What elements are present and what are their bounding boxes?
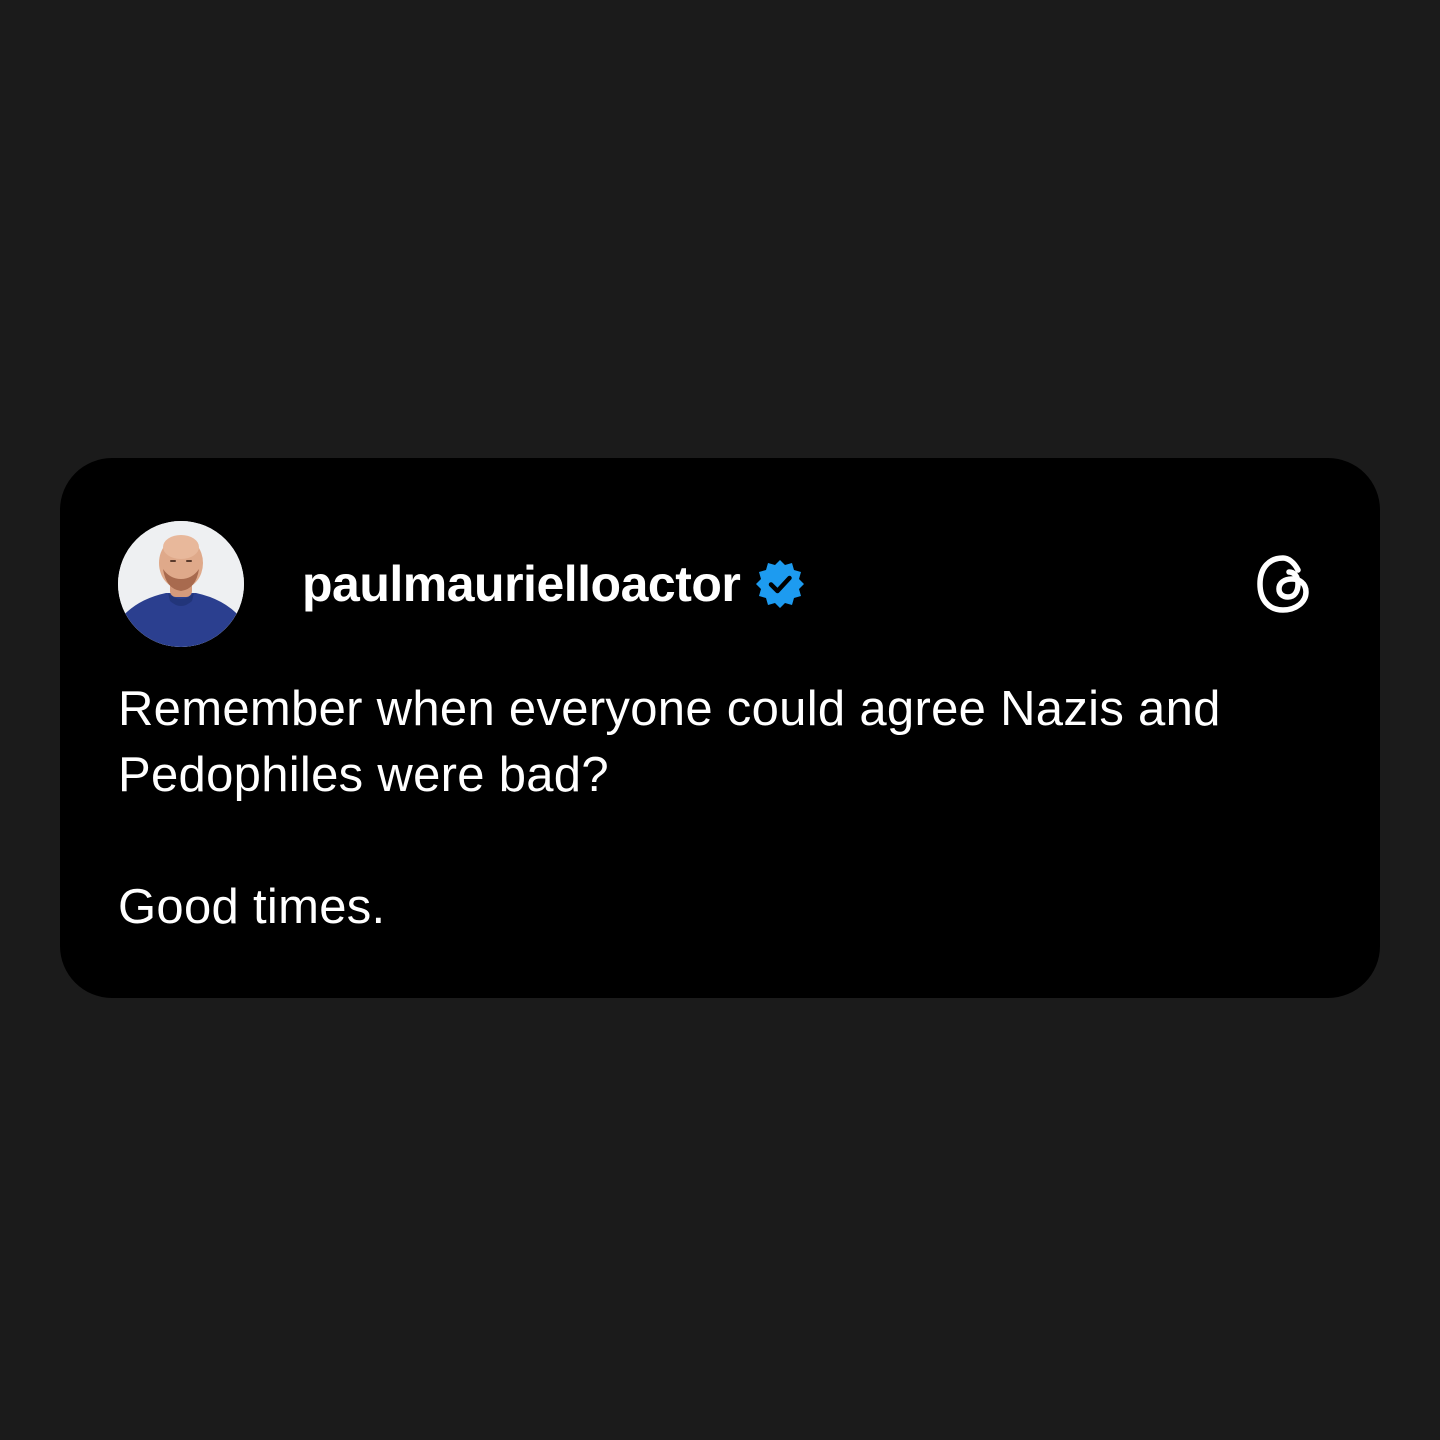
post-text-line: Remember when everyone could agree Nazis… xyxy=(118,682,1221,736)
post-closing-line: Good times. xyxy=(118,880,386,934)
username-row: paulmaurielloactor xyxy=(302,555,806,613)
threads-logo-icon[interactable] xyxy=(1252,552,1316,616)
avatar[interactable] xyxy=(118,521,244,647)
post-body: Remember when everyone could agree Nazis… xyxy=(118,676,1316,940)
avatar-photo xyxy=(118,521,244,647)
verified-badge-icon xyxy=(754,558,806,610)
post-card: paulmaurielloactor Remember when everyon… xyxy=(60,458,1380,998)
post-text-line: Pedophiles were bad? xyxy=(118,748,609,802)
post-header: paulmaurielloactor xyxy=(118,520,1316,648)
username[interactable]: paulmaurielloactor xyxy=(302,555,741,613)
